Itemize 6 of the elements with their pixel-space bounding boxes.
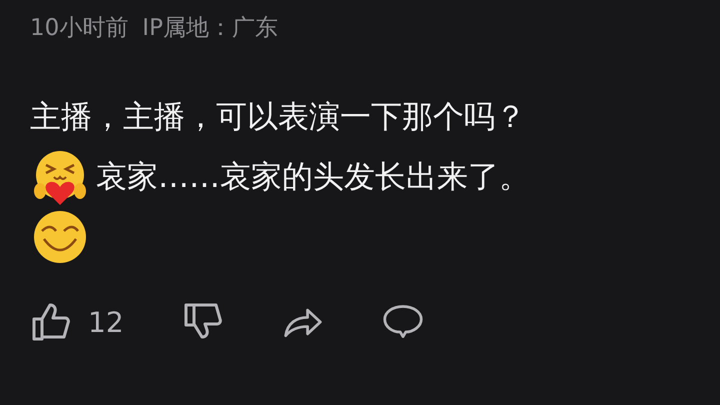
thumbs-up-icon[interactable] [30, 301, 72, 343]
comment-text: 哀家……哀家的头发长出来了。 [96, 158, 530, 197]
comment-time: 10小时前 [30, 14, 128, 43]
ip-location: IP属地：广东 [142, 14, 278, 43]
like-count: 12 [88, 306, 124, 338]
comment-text: 主播，主播，可以表演一下那个吗？ [30, 98, 526, 137]
